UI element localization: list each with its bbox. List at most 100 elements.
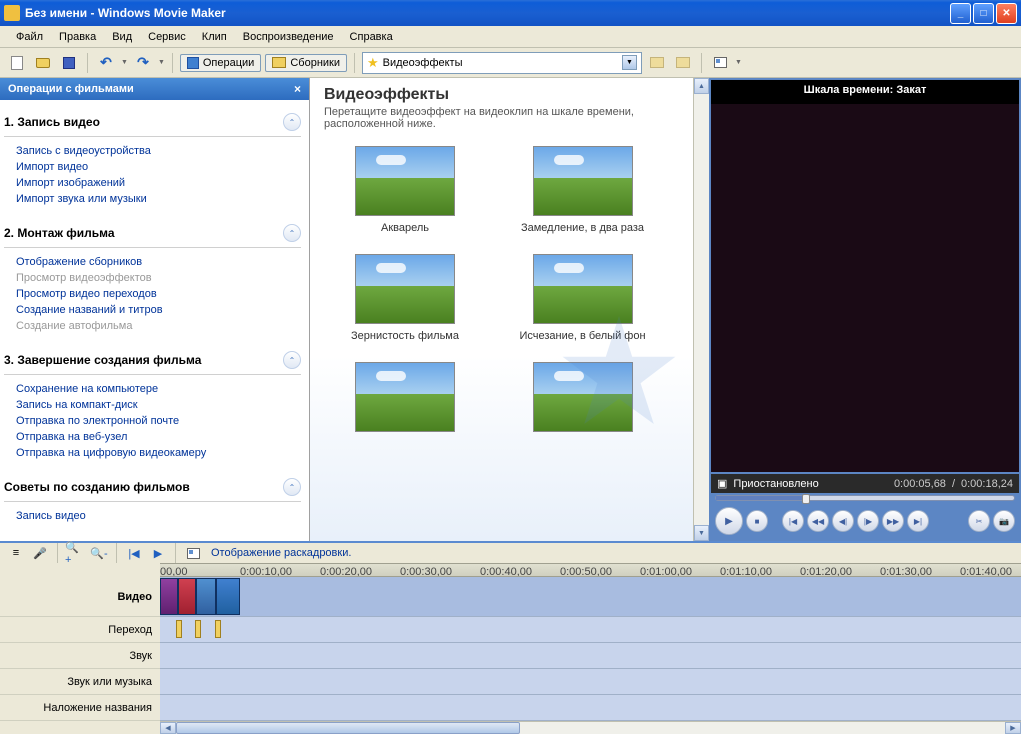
track-label-video[interactable]: Видео xyxy=(0,577,160,617)
tasks-button-label: Операции xyxy=(203,57,254,69)
view-button[interactable] xyxy=(709,52,731,74)
menu-tools[interactable]: Сервис xyxy=(140,28,194,46)
menu-file[interactable]: Файл xyxy=(8,28,51,46)
content-subtitle: Перетащите видеоэффект на видеоклип на ш… xyxy=(324,106,695,130)
scrollbar-vertical[interactable]: ▲ ▼ xyxy=(693,78,709,541)
timeline-scrollbar-horizontal[interactable]: ◀ ▶ xyxy=(160,721,1021,734)
ruler-tick: 0:00:10,00 xyxy=(240,566,292,577)
chevron-up-icon[interactable]: ⌃ xyxy=(283,113,301,131)
new-folder-button[interactable] xyxy=(672,52,694,74)
scroll-down-button[interactable]: ▼ xyxy=(694,525,709,541)
undo-button[interactable]: ↶ xyxy=(95,52,117,74)
location-combo[interactable]: ★ ▼ xyxy=(362,52,642,74)
seek-thumb[interactable] xyxy=(802,494,810,504)
snapshot-button[interactable]: 📷 xyxy=(993,510,1015,532)
video-clip[interactable] xyxy=(178,578,196,615)
location-input[interactable] xyxy=(383,57,618,69)
time-separator: / xyxy=(952,478,955,490)
rewind-button[interactable]: ◀◀ xyxy=(807,510,829,532)
video-clip[interactable] xyxy=(216,578,240,615)
effect-item[interactable] xyxy=(330,362,480,438)
tasks-button[interactable]: Операции xyxy=(180,54,261,72)
audio-track[interactable] xyxy=(160,643,1021,669)
forward-button[interactable]: ▶▶ xyxy=(882,510,904,532)
menu-clip[interactable]: Клип xyxy=(194,28,235,46)
save-button[interactable] xyxy=(58,52,80,74)
timeline-track-content[interactable] xyxy=(160,577,1021,721)
up-button[interactable] xyxy=(646,52,668,74)
task-link[interactable]: Создание названий и титров xyxy=(16,302,301,318)
video-track[interactable] xyxy=(160,577,1021,617)
task-link[interactable]: Отправка на веб-узел xyxy=(16,429,301,445)
scroll-left-button[interactable]: ◀ xyxy=(160,722,176,734)
split-button[interactable]: ✂ xyxy=(968,510,990,532)
audio-music-track[interactable] xyxy=(160,669,1021,695)
transition-track[interactable] xyxy=(160,617,1021,643)
step-back-button[interactable]: ◀| xyxy=(832,510,854,532)
menu-view[interactable]: Вид xyxy=(104,28,140,46)
timeline-play-button[interactable]: ▶ xyxy=(148,543,168,563)
menu-help[interactable]: Справка xyxy=(342,28,401,46)
scroll-up-button[interactable]: ▲ xyxy=(694,78,709,94)
stop-button[interactable]: ■ xyxy=(746,510,768,532)
new-button[interactable] xyxy=(6,52,28,74)
task-link[interactable]: Импорт видео xyxy=(16,159,301,175)
task-link[interactable]: Отправка по электронной почте xyxy=(16,413,301,429)
menu-play[interactable]: Воспроизведение xyxy=(235,28,342,46)
redo-button[interactable]: ↷ xyxy=(132,52,154,74)
task-link[interactable]: Просмотр видео переходов xyxy=(16,286,301,302)
save-icon xyxy=(63,57,75,69)
task-link[interactable]: Запись на компакт-диск xyxy=(16,397,301,413)
close-button[interactable]: ✕ xyxy=(996,3,1017,24)
title-overlay-track[interactable] xyxy=(160,695,1021,721)
task-link[interactable]: Запись с видеоустройства xyxy=(16,143,301,159)
task-link[interactable]: Импорт изображений xyxy=(16,175,301,191)
minimize-button[interactable]: _ xyxy=(950,3,971,24)
task-link[interactable]: Отправка на цифровую видеокамеру xyxy=(16,445,301,461)
effect-item[interactable]: Зернистость фильма xyxy=(330,254,480,342)
effect-item[interactable]: Акварель xyxy=(330,146,480,234)
timeline-levels-button[interactable]: ≡ xyxy=(6,543,26,563)
transition-marker[interactable] xyxy=(176,620,182,638)
open-button[interactable] xyxy=(32,52,54,74)
location-dropdown-button[interactable]: ▼ xyxy=(622,55,637,70)
task-link[interactable]: Запись видео xyxy=(16,508,301,524)
content-title: Видеоэффекты xyxy=(324,86,695,104)
zoom-in-button[interactable]: 🔍+ xyxy=(65,543,85,563)
scroll-right-button[interactable]: ▶ xyxy=(1005,722,1021,734)
chevron-up-icon[interactable]: ⌃ xyxy=(283,478,301,496)
effect-item[interactable] xyxy=(500,362,665,438)
next-button[interactable]: ▶| xyxy=(907,510,929,532)
step-fwd-button[interactable]: |▶ xyxy=(857,510,879,532)
video-clip[interactable] xyxy=(160,578,178,615)
timeline-rewind-button[interactable]: |◀ xyxy=(124,543,144,563)
effect-item[interactable]: Замедление, в два раза xyxy=(500,146,665,234)
collections-button[interactable]: Сборники xyxy=(265,54,347,72)
menu-edit[interactable]: Правка xyxy=(51,28,104,46)
effect-item[interactable]: Исчезание, в белый фон xyxy=(500,254,665,342)
zoom-out-button[interactable]: 🔍- xyxy=(89,543,109,563)
timeline-mode-label[interactable]: Отображение раскадровки. xyxy=(211,547,351,559)
timeline-ruler[interactable]: 00,000:00:10,000:00:20,000:00:30,000:00:… xyxy=(160,563,1021,577)
play-button[interactable]: ▶ xyxy=(715,507,743,535)
prev-button[interactable]: |◀ xyxy=(782,510,804,532)
effect-label: Акварель xyxy=(330,222,480,234)
maximize-button[interactable]: □ xyxy=(973,3,994,24)
task-link[interactable]: Импорт звука или музыки xyxy=(16,191,301,207)
effect-thumb xyxy=(533,362,633,432)
tasks-panel: Операции с фильмами × 1. Запись видео ⌃ … xyxy=(0,78,310,541)
timeline-narrate-button[interactable]: 🎤 xyxy=(30,543,50,563)
task-link[interactable]: Отображение сборников xyxy=(16,254,301,270)
transition-marker[interactable] xyxy=(215,620,221,638)
transition-marker[interactable] xyxy=(195,620,201,638)
section-tips: Советы по созданию фильмов ⌃ xyxy=(4,473,301,502)
task-link[interactable]: Сохранение на компьютере xyxy=(16,381,301,397)
seek-bar[interactable] xyxy=(715,495,1015,501)
effect-thumb xyxy=(355,362,455,432)
section-title: 1. Запись видео xyxy=(4,115,100,129)
scroll-thumb[interactable] xyxy=(176,722,520,734)
chevron-up-icon[interactable]: ⌃ xyxy=(283,224,301,242)
tasks-close-button[interactable]: × xyxy=(294,82,301,96)
chevron-up-icon[interactable]: ⌃ xyxy=(283,351,301,369)
video-clip[interactable] xyxy=(196,578,216,615)
